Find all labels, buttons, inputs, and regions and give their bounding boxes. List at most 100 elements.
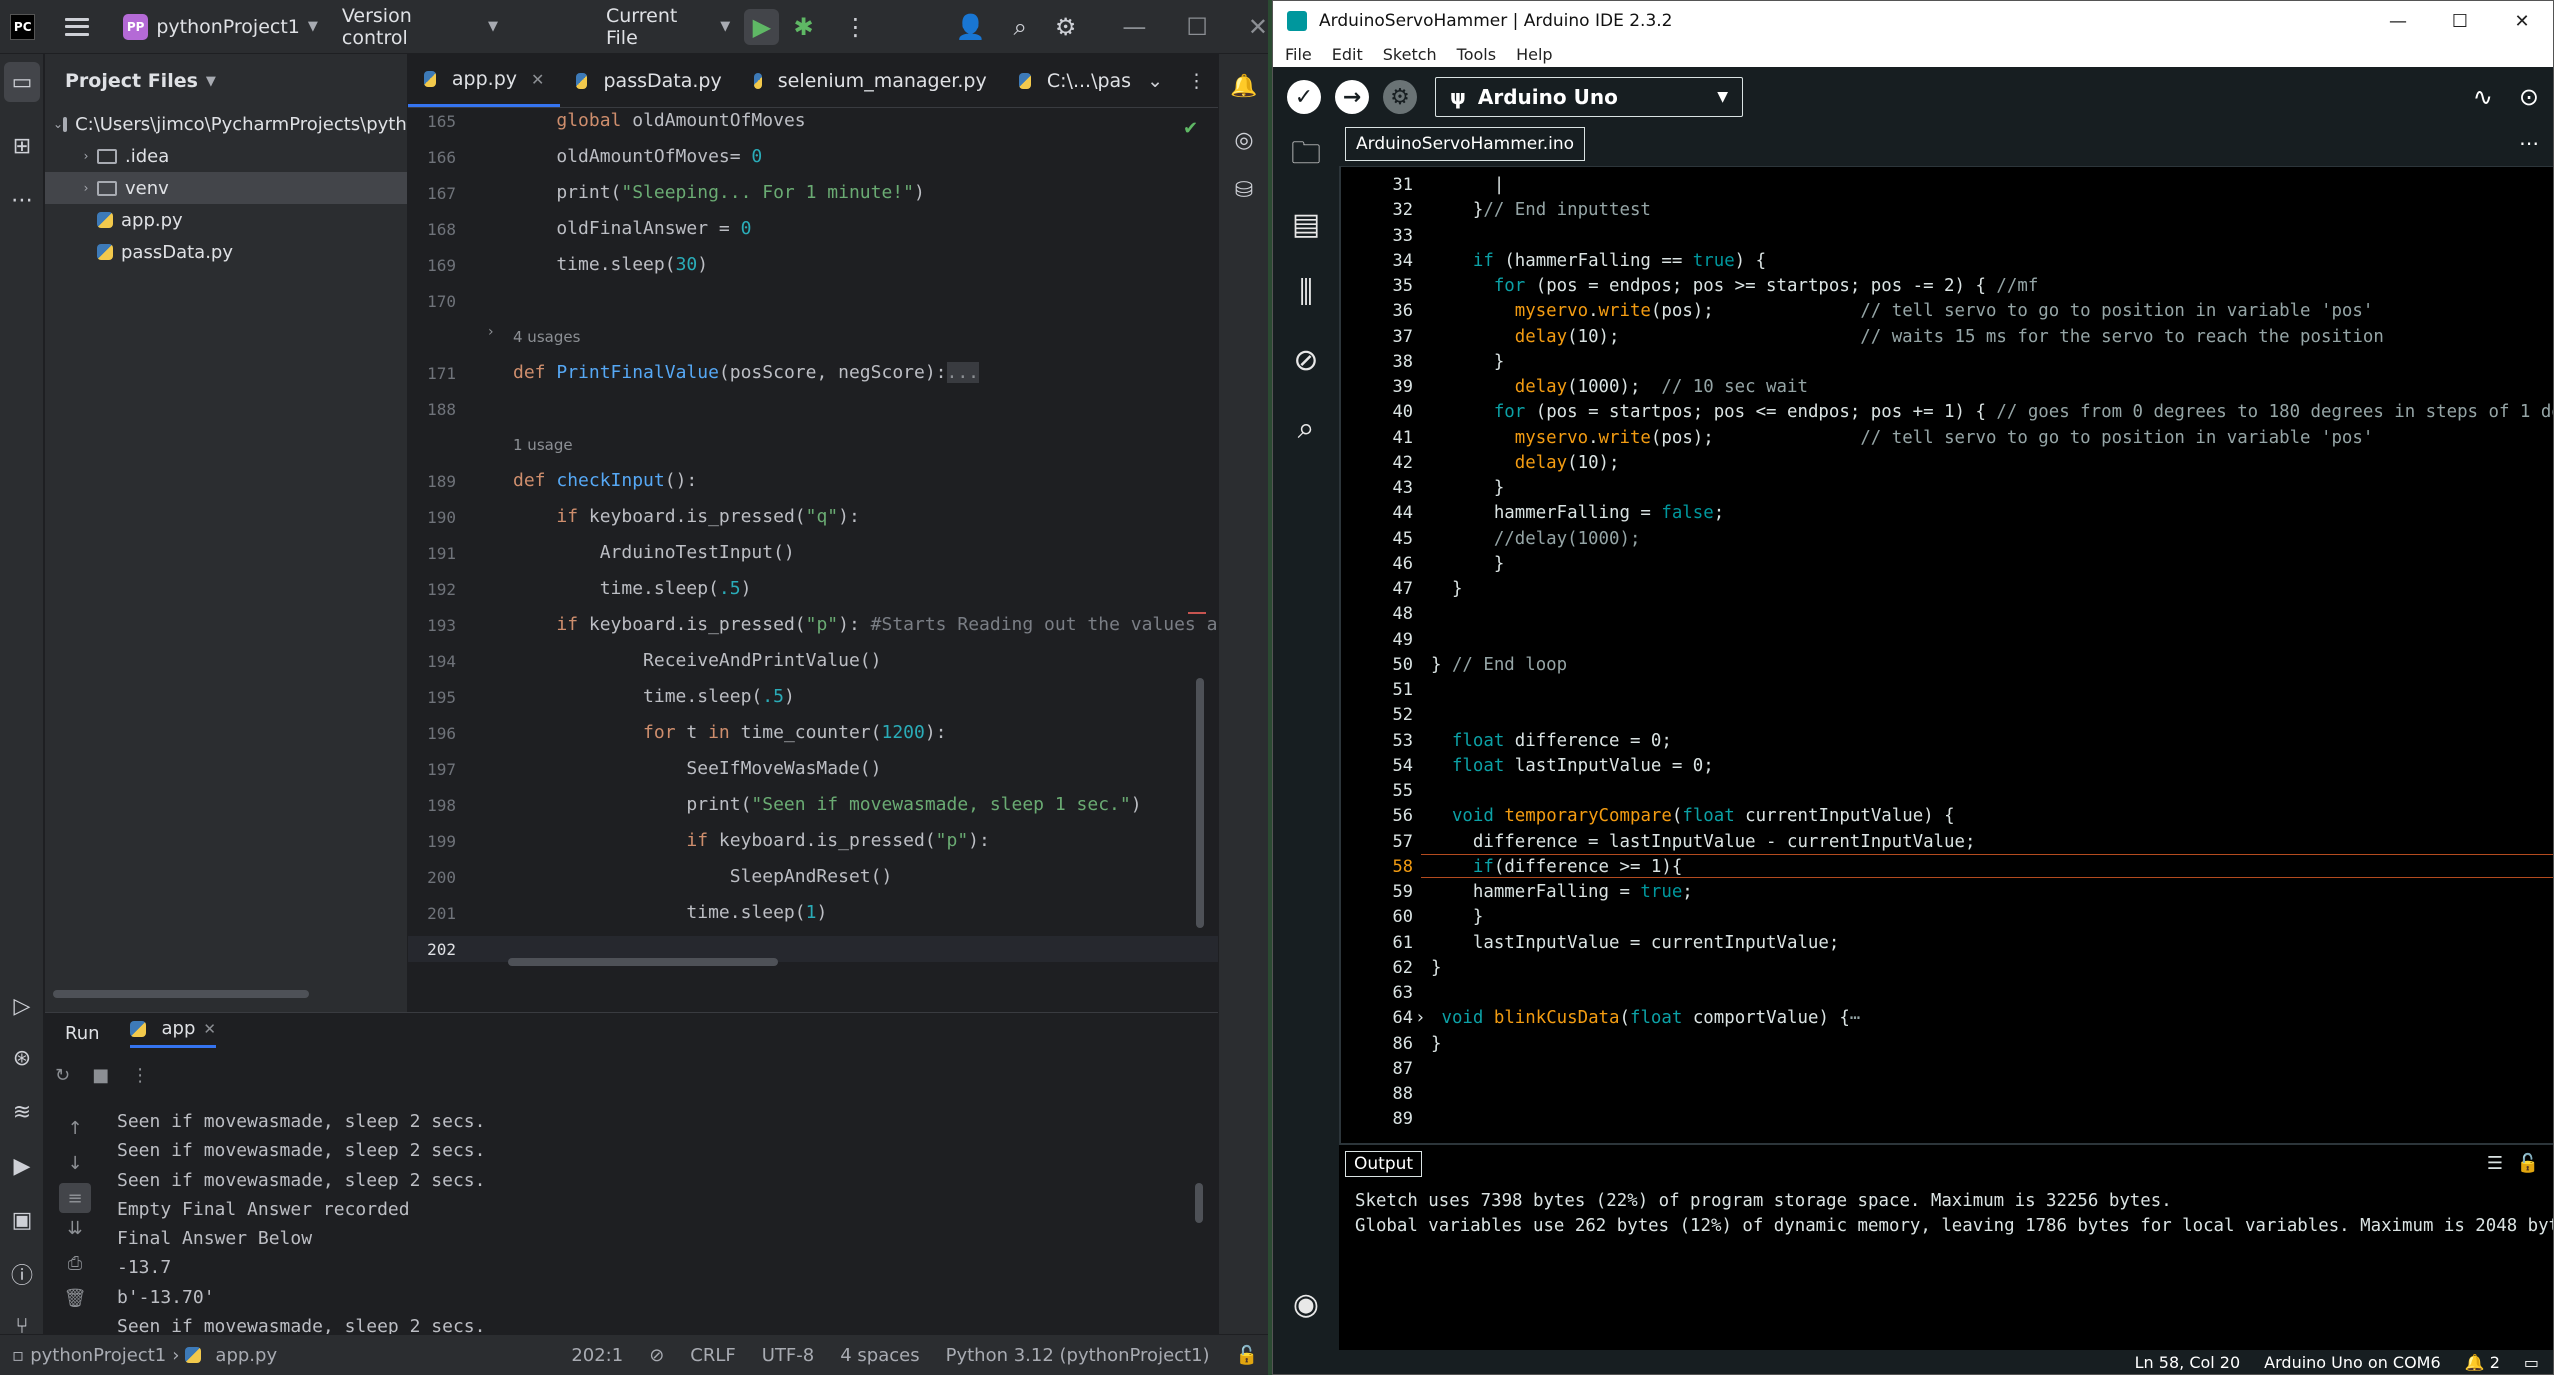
code-line[interactable]: hammerFalling = true; (1431, 882, 1693, 902)
verify-icon[interactable]: ✓ (1287, 80, 1321, 114)
add-user-icon[interactable]: 👤 (956, 13, 986, 41)
tree-item[interactable]: passData.py (45, 236, 407, 268)
chevron-down-icon[interactable]: ⌄ (1147, 70, 1163, 92)
breadcrumb-file[interactable]: app.py (215, 1345, 277, 1366)
breadcrumb[interactable]: ▫ pythonProject1 › app.py (12, 1345, 277, 1366)
fold-marker-icon[interactable]: › (488, 324, 494, 340)
scroll-down-icon[interactable]: ↓ (45, 1148, 105, 1178)
minimize-icon[interactable]: — (2367, 1, 2429, 41)
python-packages-icon[interactable]: ⊛ (0, 1038, 44, 1078)
editor-tab[interactable]: app.py ✕ (408, 54, 561, 107)
tree-item[interactable]: › venv (45, 172, 407, 204)
project-scrollbar[interactable] (53, 990, 309, 998)
main-menu-icon[interactable] (65, 17, 89, 36)
editor-tab[interactable]: selenium_manager.py (738, 54, 1003, 107)
breadcrumb-project[interactable]: pythonProject1 (30, 1345, 166, 1366)
notifications[interactable]: 🔔 2 (2465, 1353, 2500, 1372)
menu-item-edit[interactable]: Edit (1332, 45, 1363, 64)
editor-tab[interactable]: C:\...\pas (1003, 54, 1147, 107)
code-line[interactable]: SleepAndReset() (513, 866, 893, 887)
code-line[interactable]: float difference = 0; (1431, 731, 1672, 751)
code-line[interactable]: print("Sleeping... For 1 minute!") (513, 182, 924, 203)
code-line[interactable]: lastInputValue = currentInputValue; (1431, 933, 1839, 953)
file-tab[interactable]: ArduinoServoHammer.ino (1345, 127, 1585, 161)
code-line[interactable]: print("Seen if movewasmade, sleep 1 sec.… (513, 794, 1141, 815)
upload-icon[interactable]: → (1335, 80, 1369, 114)
tree-item[interactable]: app.py (45, 204, 407, 236)
scroll-up-icon[interactable]: ↑ (45, 1113, 105, 1143)
code-line[interactable]: } (1431, 352, 1504, 372)
code-line[interactable]: time.sleep(.5) (513, 578, 752, 599)
print-icon[interactable]: ⎙ (45, 1248, 105, 1278)
no-inspections-icon[interactable]: ⊘ (649, 1345, 664, 1366)
version-control-menu[interactable]: Version control ▼ (342, 5, 498, 49)
code-line[interactable]: myservo.write(pos); // tell servo to go … (1431, 301, 2374, 321)
code-line[interactable]: float lastInputValue = 0; (1431, 756, 1714, 776)
code-line[interactable]: for (pos = startpos; pos <= endpos; pos … (1431, 402, 2553, 422)
serial-monitor-icon[interactable]: ⊙ (2519, 83, 2539, 111)
code-line[interactable]: if(difference >= 1){ (1431, 857, 1682, 877)
code-line[interactable]: for t in time_counter(1200): (513, 722, 946, 743)
debug-disabled-icon[interactable]: ⊘ (1273, 335, 1339, 385)
notifications-icon[interactable]: 🔔 (1222, 66, 1266, 106)
board-port[interactable]: Arduino Uno on COM6 (2264, 1353, 2441, 1372)
code-line[interactable]: time.sleep(30) (513, 254, 708, 275)
settings-icon[interactable]: ⚙ (1055, 13, 1077, 41)
boards-manager-icon[interactable]: ▤ (1273, 199, 1339, 249)
code-line[interactable]: if keyboard.is_pressed("p"): #Starts Rea… (513, 614, 1218, 635)
soft-wrap-icon[interactable]: ≡ (59, 1183, 91, 1213)
lock-icon[interactable]: 🔓 (1236, 1345, 1258, 1366)
file-encoding[interactable]: UTF-8 (762, 1345, 814, 1366)
close-icon[interactable]: ✕ (2491, 1, 2553, 41)
editor-tab[interactable]: passData.py (560, 54, 737, 107)
code-line[interactable]: myservo.write(pos); // tell servo to go … (1431, 428, 2374, 448)
run-tool-icon[interactable]: ▷ (0, 986, 44, 1026)
maximize-icon[interactable]: ☐ (2429, 1, 2491, 41)
run-config-selector[interactable]: Current File ▼ (606, 5, 730, 49)
code-line[interactable]: def PrintFinalValue(posScore, negScore):… (513, 362, 980, 383)
code-line[interactable]: } (1431, 1034, 1441, 1054)
code-line[interactable]: delay(1000); // 10 sec wait (1431, 377, 1808, 397)
code-line[interactable]: } (1431, 958, 1441, 978)
code-line[interactable]: delay(10); // waits 15 ms for the servo … (1431, 327, 2384, 347)
project-panel-header[interactable]: Project Files ▼ (45, 54, 407, 108)
indent-setting[interactable]: 4 spaces (840, 1345, 919, 1366)
code-line[interactable]: void temporaryCompare(float currentInput… (1431, 806, 1955, 826)
code-line[interactable]: if keyboard.is_pressed("q"): (513, 506, 859, 527)
code-line[interactable]: oldFinalAnswer = 0 (513, 218, 751, 239)
run-icon[interactable]: ▶ (744, 8, 780, 45)
code-line[interactable]: difference = lastInputValue - currentInp… (1431, 832, 1976, 852)
menu-item-sketch[interactable]: Sketch (1383, 45, 1437, 64)
scroll-to-end-icon[interactable]: ⇊ (45, 1213, 105, 1243)
close-tab-icon[interactable]: ✕ (531, 70, 544, 89)
stop-icon[interactable]: ■ (92, 1065, 109, 1086)
more-tabs-icon[interactable]: ⋯ (2519, 131, 2539, 155)
code-line[interactable]: time.sleep(.5) (513, 686, 795, 707)
more-tabs-icon[interactable]: ⋮ (1187, 70, 1206, 92)
project-tool-icon[interactable]: ▭ (4, 62, 40, 102)
debug-icon[interactable]: ✱ (793, 13, 813, 41)
code-line[interactable]: global oldAmountOfMoves (513, 110, 805, 131)
menu-item-file[interactable]: File (1285, 45, 1312, 64)
sketchbook-folder-icon[interactable]: 🗀 (1273, 131, 1339, 181)
library-manager-icon[interactable]: ⫼ (1273, 267, 1339, 317)
code-line[interactable]: SeeIfMoveWasMade() (513, 758, 881, 779)
close-tab-icon[interactable]: ✕ (203, 1020, 216, 1038)
tree-item[interactable]: › .idea (45, 140, 407, 172)
panel-toggle-icon[interactable]: ▭ (2524, 1353, 2539, 1372)
tree-item[interactable]: ⌄ C:\Users\jimco\PycharmProjects\pythonPr… (45, 108, 407, 140)
code-line[interactable]: hammerFalling = false; (1431, 503, 1724, 523)
run-config-tab[interactable]: app ✕ (129, 1018, 216, 1048)
database-icon[interactable]: ⛁ (1222, 170, 1266, 210)
usage-hint[interactable]: 1 usage (513, 436, 573, 454)
caret-position[interactable]: 202:1 (571, 1345, 623, 1366)
code-line[interactable]: time.sleep(1) (513, 902, 827, 923)
layers-icon[interactable]: ≋ (0, 1092, 44, 1132)
minimize-icon[interactable]: — (1122, 13, 1146, 41)
code-line[interactable]: ReceiveAndPrintValue() (513, 650, 881, 671)
more-tools-icon[interactable]: ⋯ (0, 180, 44, 220)
code-line[interactable]: } (1431, 554, 1504, 574)
code-line[interactable]: | (1431, 175, 1504, 195)
code-line[interactable]: def checkInput(): (513, 470, 697, 491)
account-icon[interactable]: ◉ (1273, 1279, 1339, 1329)
